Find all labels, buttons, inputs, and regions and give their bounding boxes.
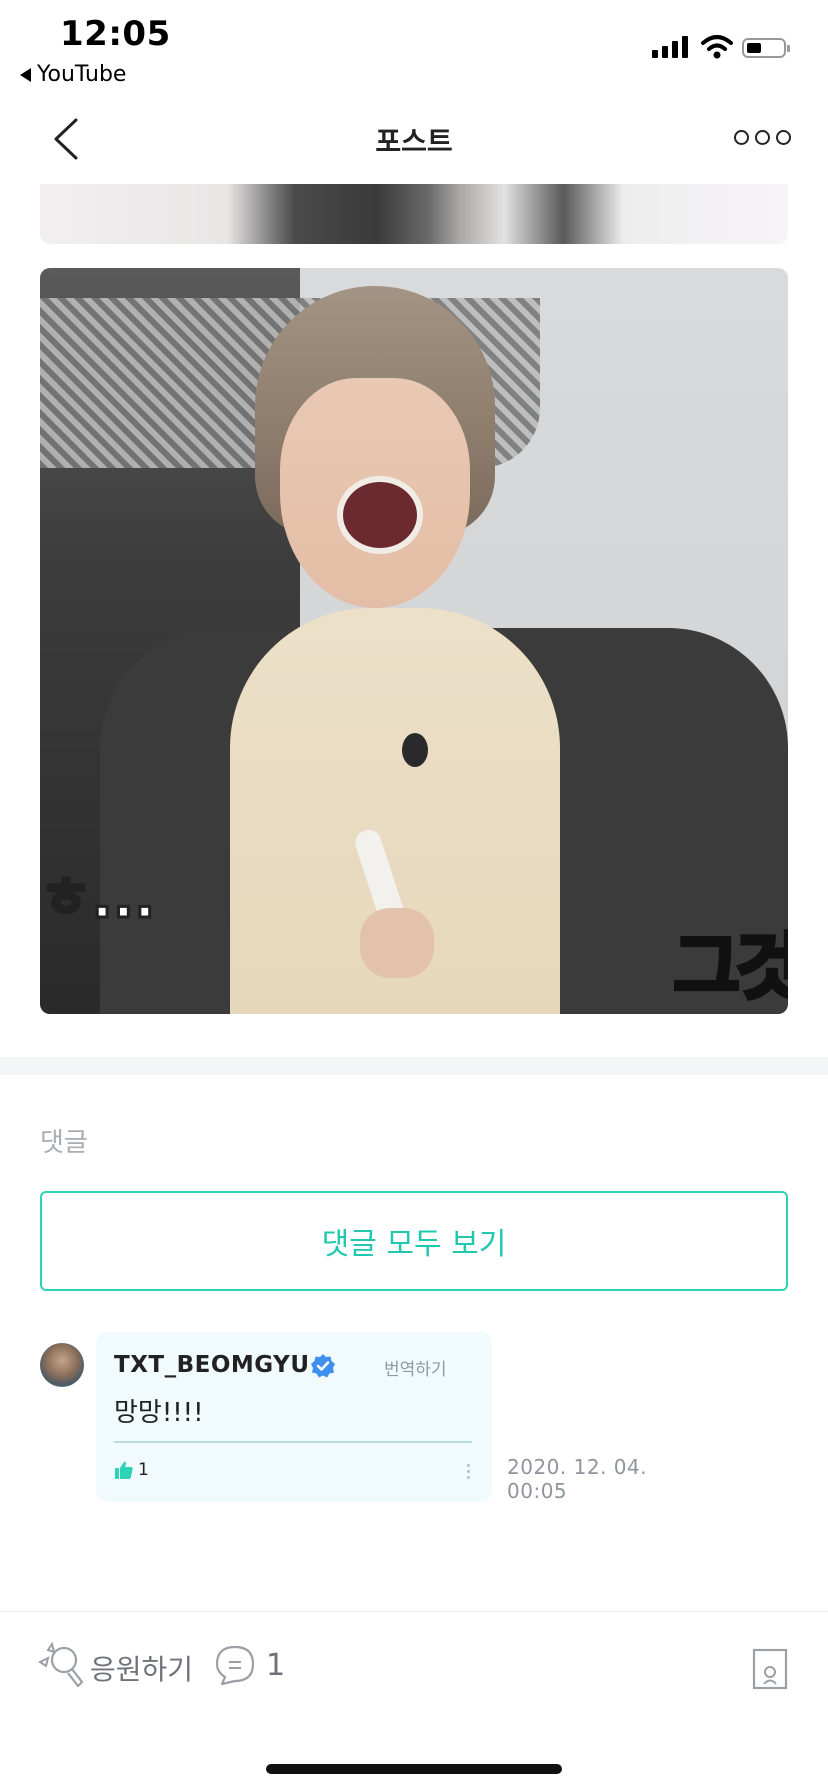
comment-divider	[114, 1441, 472, 1443]
comment-time: 00:05	[507, 1479, 568, 1503]
cheer-icon[interactable]	[34, 1640, 88, 1690]
section-divider	[0, 1057, 828, 1075]
post-image-previous[interactable]	[40, 184, 788, 244]
view-all-comments-button[interactable]: 댓글 모두 보기	[40, 1191, 788, 1291]
comment-date: 2020. 12. 04.	[507, 1455, 648, 1479]
battery-icon	[742, 38, 790, 58]
comment-more-icon[interactable]	[467, 1464, 470, 1479]
wifi-icon	[701, 35, 733, 59]
comment-bubble-icon[interactable]	[214, 1644, 256, 1686]
back-to-app-link[interactable]: YouTube	[20, 62, 126, 87]
comment-timestamp: 2020. 12. 04. 00:05	[507, 1455, 667, 1503]
image-caption-left: ㅎ...	[40, 865, 157, 933]
like-count: 1	[138, 1460, 149, 1480]
post-image[interactable]: ㅎ... 그것	[40, 268, 788, 1014]
home-indicator	[266, 1764, 562, 1774]
comment-text: 망망!!!!	[114, 1398, 204, 1428]
cellular-signal-icon	[652, 36, 688, 58]
page-title: 포스트	[375, 125, 453, 158]
thumbs-up-icon[interactable]	[114, 1460, 134, 1480]
verified-badge-icon	[311, 1354, 335, 1378]
back-app-label: YouTube	[37, 62, 127, 87]
status-time: 12:05	[60, 14, 171, 54]
cheer-button[interactable]: 응원하기	[90, 1648, 193, 1688]
image-caption-right: 그것	[672, 923, 788, 1011]
comment-count: 1	[266, 1648, 286, 1683]
comment-author[interactable]: TXT_BEOMGYU	[114, 1352, 310, 1378]
more-options-icon[interactable]	[734, 130, 791, 145]
bottom-bar-divider	[0, 1611, 828, 1612]
translate-link[interactable]: 번역하기	[384, 1355, 447, 1380]
back-triangle-icon	[20, 67, 31, 82]
bookmark-icon[interactable]	[752, 1648, 788, 1690]
comments-section-label: 댓글	[40, 1128, 88, 1158]
avatar[interactable]	[40, 1343, 84, 1387]
